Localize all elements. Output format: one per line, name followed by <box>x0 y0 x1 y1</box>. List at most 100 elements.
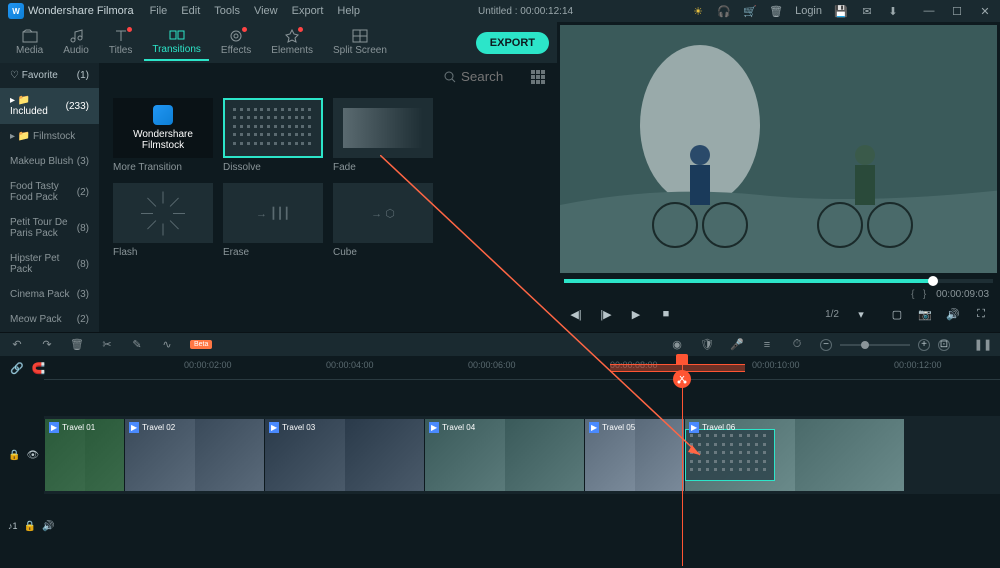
video-preview[interactable] <box>560 25 997 273</box>
eye-icon[interactable]: 👁 <box>26 450 39 461</box>
titlebar: W Wondershare Filmora File Edit Tools Vi… <box>0 0 1000 22</box>
zoom-ratio[interactable]: 1/2 <box>825 309 839 320</box>
timeline-clip[interactable]: ▶Travel 02 <box>124 419 264 491</box>
sidebar-item-favorite[interactable]: ♡ Favorite(1) <box>0 63 99 88</box>
menu-help[interactable]: Help <box>337 5 360 17</box>
zoom-fit-icon[interactable]: ⊡ <box>938 339 950 351</box>
zoom-slider[interactable] <box>840 344 910 346</box>
mute-icon[interactable]: 🔊 <box>42 521 54 532</box>
tab-titles[interactable]: Titles <box>101 25 141 60</box>
video-track: 🔒 👁 ▶Travel 01▶Travel 02▶Travel 03▶Trave… <box>0 416 1000 494</box>
grid-view-icon[interactable] <box>531 70 545 84</box>
step-back-icon[interactable]: |▶ <box>598 306 614 322</box>
mixer-icon[interactable]: ≡ <box>760 338 774 352</box>
zoom-in-icon[interactable]: + <box>918 339 930 351</box>
search-box[interactable] <box>444 69 521 84</box>
transitions-grid: Wondershare Filmstock More Transition Di… <box>99 90 557 266</box>
timeline-clip[interactable]: ▶Travel 04 <box>424 419 584 491</box>
zoom-out-icon[interactable]: − <box>820 339 832 351</box>
media-tabs: Media Audio Titles Transitions Effects E… <box>0 22 557 63</box>
sidebar-item-makeup[interactable]: Makeup Blush(3) <box>0 149 99 174</box>
edit-icon[interactable]: ✎ <box>130 338 144 352</box>
lock-icon[interactable]: 🔒 <box>8 450 20 461</box>
quality-icon[interactable]: ▢ <box>889 306 905 322</box>
pause-icon[interactable]: ❚❚ <box>976 338 990 352</box>
headphone-icon[interactable]: 🎧 <box>717 4 731 18</box>
menu-file[interactable]: File <box>150 5 168 17</box>
seek-bar[interactable] <box>564 279 993 283</box>
search-input[interactable] <box>461 69 521 84</box>
stop-icon[interactable]: ■ <box>658 306 674 322</box>
menu-view[interactable]: View <box>254 5 278 17</box>
timeline-clip[interactable]: ▶Travel 01 <box>44 419 124 491</box>
fullscreen-icon[interactable]: ⛶ <box>973 306 989 322</box>
menu-bar: File Edit Tools View Export Help <box>150 5 360 17</box>
sidebar-item-food[interactable]: Food Tasty Food Pack(2) <box>0 174 99 210</box>
volume-icon[interactable]: 🔊 <box>945 306 961 322</box>
transition-erase[interactable]: → ┃┃┃ Erase <box>223 183 323 258</box>
timeline-toolbar: ↶ ↷ 🗑 ✂ ✎ ∿ Beta ◉ 🛡 🎤 ≡ ⏱ − + ⊡ ❚❚ <box>0 332 1000 356</box>
transition-dissolve[interactable]: Dissolve <box>223 98 323 173</box>
export-button[interactable]: EXPORT <box>476 32 549 54</box>
cart-icon[interactable]: 🛒 <box>743 4 757 18</box>
category-sidebar: ♡ Favorite(1) ▸ 📁 Included(233) ▸ 📁 Film… <box>0 63 99 332</box>
transition-fade[interactable]: Fade <box>333 98 433 173</box>
cut-icon[interactable]: ✂ <box>100 338 114 352</box>
download-icon[interactable]: ⬇ <box>886 4 900 18</box>
transition-more[interactable]: Wondershare Filmstock More Transition <box>113 98 213 173</box>
login-button[interactable]: Login <box>795 5 822 17</box>
delete-icon[interactable]: 🗑 <box>70 338 84 352</box>
snapshot-icon[interactable]: 📷 <box>917 306 933 322</box>
mic-icon[interactable]: 🎤 <box>730 338 744 352</box>
minimize-icon[interactable]: — <box>922 4 936 18</box>
sidebar-item-meow[interactable]: Meow Pack(2) <box>0 307 99 332</box>
split-button[interactable] <box>673 370 691 388</box>
document-title: Untitled : 00:00:12:14 <box>364 6 687 17</box>
tab-elements[interactable]: Elements <box>263 25 321 60</box>
prev-frame-icon[interactable]: ◀| <box>568 306 584 322</box>
redo-icon[interactable]: ↷ <box>40 338 54 352</box>
mail-icon[interactable]: ✉ <box>860 4 874 18</box>
audio-wave-icon[interactable]: ∿ <box>160 338 174 352</box>
timeline: 🔗 🧲 00:00:02:00 00:00:04:00 00:00:06:00 … <box>0 356 1000 566</box>
menu-export[interactable]: Export <box>292 5 324 17</box>
sidebar-item-cinema[interactable]: Cinema Pack(3) <box>0 282 99 307</box>
tab-audio[interactable]: Audio <box>55 25 97 60</box>
preview-panel: { }00:00:09:03 ◀| |▶ ▶ ■ 1/2 ▾ ▢ 📷 🔊 ⛶ <box>557 22 1000 332</box>
trash-icon[interactable]: 🗑 <box>769 4 783 18</box>
sidebar-item-filmstock[interactable]: ▸ 📁 Filmstock <box>0 124 99 149</box>
link-icon[interactable]: 🔗 <box>10 361 24 375</box>
tab-splitscreen[interactable]: Split Screen <box>325 25 395 60</box>
time-ruler[interactable]: 00:00:02:00 00:00:04:00 00:00:06:00 00:0… <box>44 356 1000 380</box>
timeline-clip[interactable]: ▶Travel 03 <box>264 419 424 491</box>
sidebar-item-included[interactable]: ▸ 📁 Included(233) <box>0 88 99 124</box>
audio-track: ♪1 🔒 🔊 <box>0 514 1000 538</box>
transition-flash[interactable]: Flash <box>113 183 213 258</box>
search-icon <box>444 71 456 83</box>
sidebar-item-paris[interactable]: Petit Tour De Paris Pack(8) <box>0 210 99 246</box>
tab-transitions[interactable]: Transitions <box>144 24 209 61</box>
color-icon[interactable]: ◉ <box>670 338 684 352</box>
tab-effects[interactable]: Effects <box>213 25 259 60</box>
timeline-clip[interactable]: ▶Travel 05 <box>584 419 684 491</box>
maximize-icon[interactable]: ☐ <box>950 4 964 18</box>
sun-icon[interactable]: ☀ <box>691 4 705 18</box>
beta-badge: Beta <box>190 340 212 349</box>
speed-icon[interactable]: ⏱ <box>790 338 804 352</box>
timeline-clip[interactable]: ▶Travel 06 <box>684 419 904 491</box>
app-name: Wondershare Filmora <box>28 5 134 17</box>
menu-edit[interactable]: Edit <box>181 5 200 17</box>
seek-handle[interactable] <box>928 276 938 286</box>
shield-icon[interactable]: 🛡 <box>700 338 714 352</box>
transition-cube[interactable]: → ⬡ Cube <box>333 183 433 258</box>
playhead[interactable] <box>682 356 683 566</box>
tab-media[interactable]: Media <box>8 25 51 60</box>
save-icon[interactable]: 💾 <box>834 4 848 18</box>
chevron-down-icon[interactable]: ▾ <box>853 306 869 322</box>
close-icon[interactable]: ✕ <box>978 4 992 18</box>
undo-icon[interactable]: ↶ <box>10 338 24 352</box>
menu-tools[interactable]: Tools <box>214 5 240 17</box>
play-icon[interactable]: ▶ <box>628 306 644 322</box>
sidebar-item-hipster[interactable]: Hipster Pet Pack(8) <box>0 246 99 282</box>
lock-icon[interactable]: 🔒 <box>24 521 36 532</box>
